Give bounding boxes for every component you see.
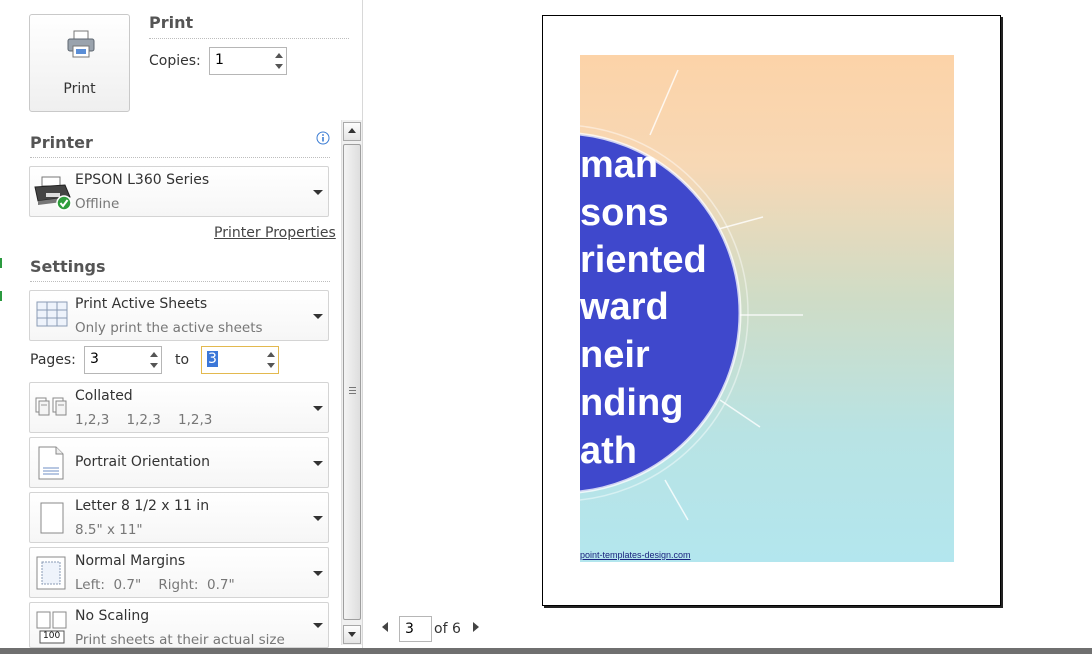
copies-value: 1 [215,52,224,68]
taskbar [0,648,1092,654]
decrement-icon[interactable] [275,64,283,69]
copies-label: Copies: [149,53,201,69]
info-icon[interactable] [316,131,330,145]
settings-section-title: Settings [30,257,106,276]
pages-to-input[interactable]: 3 [201,346,279,374]
page-navigator: 3 of 6 [382,616,482,644]
chevron-down-icon [313,460,323,466]
chevron-down-icon [348,632,356,637]
page-total-label: of 6 [434,621,461,637]
scaling-subtitle: Print sheets at their actual size [75,632,285,648]
margins-icon [36,556,66,590]
printer-device-icon [34,176,72,211]
increment-icon[interactable] [150,352,158,357]
scroll-down-button[interactable] [343,625,361,644]
chevron-down-icon [313,189,323,195]
slide-text-line: nding [580,382,684,424]
row-marker [0,291,2,301]
slide-text-line: riented [580,239,707,281]
slide-text-line: man [580,144,659,186]
scaling-title: No Scaling [75,608,150,624]
slide-text-line: ward [580,286,669,328]
divider [149,38,349,39]
paper-size-dropdown[interactable]: Letter 8 1/2 x 11 in 8.5" x 11" [29,492,329,543]
printer-name: EPSON L360 Series [75,172,210,188]
printer-section-title: Printer [30,133,93,152]
chevron-down-icon [313,570,323,576]
scaling-dropdown[interactable]: 100 No Scaling Print sheets at their act… [29,602,329,648]
slide-text-line: ath [580,430,637,472]
portrait-page-icon [38,446,64,480]
divider [30,281,330,282]
collation-dropdown[interactable]: Collated 1,2,3 1,2,3 1,2,3 [29,382,329,433]
print-button[interactable]: Print [29,14,130,112]
printer-properties-link[interactable]: Printer Properties [214,225,336,241]
collation-subtitle: 1,2,3 1,2,3 1,2,3 [75,412,213,428]
scroll-thumb[interactable] [343,144,361,620]
previous-page-icon[interactable] [382,622,388,632]
current-page-input[interactable]: 3 [399,616,432,642]
margins-subtitle: Left: 0.7" Right: 0.7" [75,577,235,593]
current-page-value: 3 [405,621,414,637]
scaling-icon-label: 100 [43,631,61,641]
sheet-icon [36,301,68,327]
print-button-label: Print [63,81,96,97]
paper-subtitle: 8.5" x 11" [75,522,143,538]
pages-to-label: to [175,352,190,368]
decrement-icon[interactable] [267,363,275,368]
chevron-down-icon [313,313,323,319]
copies-stepper[interactable]: 1 [209,47,287,75]
printer-icon [67,30,95,58]
paper-title: Letter 8 1/2 x 11 in [75,498,210,514]
pages-from-value: 3 [90,351,99,367]
divider [30,157,330,158]
printer-dropdown[interactable]: EPSON L360 Series Offline [29,166,329,217]
collated-icon [35,397,67,416]
collation-title: Collated [75,388,133,404]
slide-text-line: neir [580,334,650,376]
row-marker [0,258,2,268]
orientation-title: Portrait Orientation [75,454,210,470]
chevron-down-icon [313,623,323,628]
orientation-dropdown[interactable]: Portrait Orientation [29,437,329,488]
slide-text-line: sons [580,192,669,234]
printer-status: Offline [75,196,120,212]
print-what-dropdown[interactable]: Print Active Sheets Only print the activ… [29,290,329,341]
footer-url: point-templates-design.com [580,550,691,560]
margins-title: Normal Margins [75,553,186,569]
panel-divider [362,0,363,654]
chevron-up-icon [348,128,356,133]
settings-scrollbar[interactable] [341,120,362,645]
paper-icon [40,502,64,534]
slide-preview: man sons riented ward neir nding ath point-tem… [580,55,954,562]
sheets-subtitle: Only print the active sheets [75,320,263,336]
pages-label: Pages: [30,352,76,368]
scroll-up-button[interactable] [343,122,361,141]
chevron-down-icon [313,405,323,411]
chevron-down-icon [313,515,323,521]
print-section-title: Print [149,13,194,32]
increment-icon[interactable] [267,352,275,357]
pages-from-input[interactable]: 3 [84,346,162,374]
pages-to-value: 3 [207,351,218,367]
decrement-icon[interactable] [150,363,158,368]
increment-icon[interactable] [275,53,283,58]
next-page-icon[interactable] [473,622,479,632]
sheets-title: Print Active Sheets [75,296,208,312]
margins-dropdown[interactable]: Normal Margins Left: 0.7" Right: 0.7" [29,547,329,598]
